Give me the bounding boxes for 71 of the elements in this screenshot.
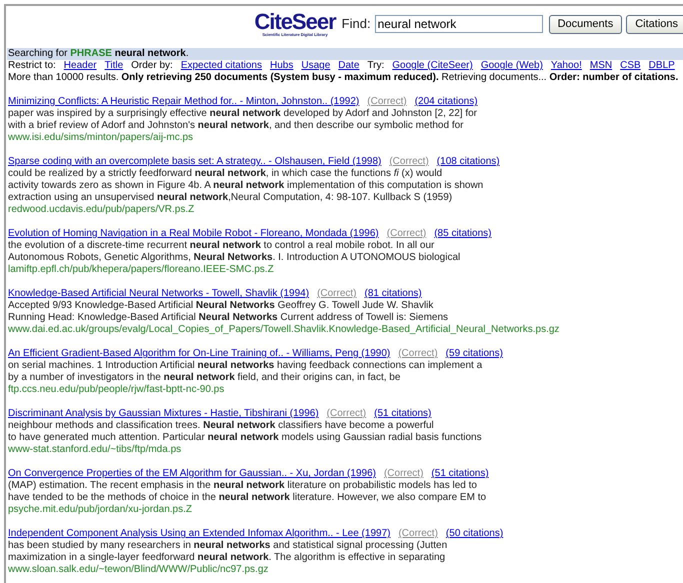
correct-link[interactable]: (Correct) [384, 468, 424, 480]
option-link[interactable]: Google (Web) [480, 60, 543, 72]
result-title-link[interactable]: Minimizing Conflicts: A Heuristic Repair Method for.. - Minton, Johnston.. (1992) [8, 96, 360, 108]
search-status-bar: Searching for PHRASE neural network. [7, 48, 683, 60]
citations-link[interactable]: (108 citations) [436, 156, 500, 168]
option-link[interactable]: Title [104, 60, 124, 72]
correct-link[interactable]: (Correct) [398, 528, 438, 540]
option-link[interactable]: Yahoo! [550, 60, 582, 72]
option-link[interactable]: Usage [301, 60, 330, 72]
correct-link[interactable]: (Correct) [386, 228, 426, 240]
option-link[interactable]: MSN [590, 60, 612, 72]
correct-link[interactable]: (Correct) [367, 96, 407, 108]
snippet-line: maximization in a single-layer feedforward neural network. The algorithm is effective in separating [8, 552, 446, 564]
result-url: psyche.mit.edu/pub/jordan/xu-jordan.ps.Z [8, 504, 192, 516]
result-url: lamiftp.epfl.ch/pub/khepera/papers/floreano.IEEE-SMC.ps.Z [8, 264, 274, 276]
result-title-link[interactable]: Discriminant Analysis by Gaussian Mixtures - Hastie, Tibshirani (1996) [8, 408, 319, 420]
snippet-line: Autonomous Robots, Genetic Algorithms, Neural Networks. I. Introduction A UTONOMOUS biological [8, 252, 460, 264]
citations-link[interactable]: (59 citations) [446, 348, 503, 360]
citations-link[interactable]: (51 citations) [431, 468, 489, 480]
snippet-line: has been studied by many researchers in neural networks and statistical signal processing (Jutten [8, 540, 448, 552]
option-link[interactable]: Google (CiteSeer) [392, 60, 473, 72]
snippet-line: with a brief review of Adorf and Johnston's neural network, and then describe our symbolic method for [8, 120, 464, 132]
snippet-line: Accepted 9/93 Knowledge-Based Artificial Neural Networks Geoffrey G. Towell Jude W. Shavlik [8, 300, 434, 312]
option-link[interactable]: Hubs [270, 60, 294, 72]
result-url: redwood.ucdavis.edu/pub/papers/VR.ps.Z [8, 204, 194, 216]
logo[interactable]: CiteSeer [254, 12, 336, 32]
option-link[interactable]: Header [64, 60, 97, 72]
result-url: www-stat.stanford.edu/~tibs/ftp/mda.ps [8, 444, 182, 456]
find-label: Find: [342, 15, 371, 34]
correct-link[interactable]: (Correct) [389, 156, 429, 168]
result-url: www.isi.edu/sims/minton/papers/aij-mc.ps [8, 132, 194, 144]
citations-link[interactable]: (50 citations) [446, 528, 504, 540]
correct-link[interactable]: (Correct) [317, 288, 357, 300]
search-field[interactable]: neural network [374, 15, 543, 33]
snippet-line: paper was inspired by a surprisingly effective neural network developed by Adorf and Johnston [2, 22] for [8, 108, 477, 120]
option-label: Try: [367, 60, 384, 72]
snippet-line: Running Head: Knowledge-Based Artificial Neural Networks Current address of Towell is: Siemens [8, 312, 448, 324]
citations-link[interactable]: (85 citations) [434, 228, 492, 240]
snippet-line: neighbour methods and classification trees. Neural network classifiers have become a powerful [8, 420, 434, 432]
snippet-line: extraction using an unsupervised neural network,Neural Computation, 4: 98-107. Kullback S (1959) [8, 192, 452, 204]
snippet-line: have tended to be the methods of choice in the neural network literature. However, we also compare EM to [8, 492, 486, 504]
result-url: www.dai.ed.ac.uk/groups/evalg/Local_Copies_of_Papers/Towell.Shavlik.Knowledge-Based_Artificial_Neural_Networks.ps.gz [8, 324, 560, 336]
result-title-link[interactable]: Evolution of Homing Navigation in a Real Mobile Robot - Floreano, Mondada (1996) [8, 228, 379, 240]
option-link[interactable]: Expected citations [180, 60, 262, 72]
option-link[interactable]: CSB [620, 60, 641, 72]
option-label: Order by: [131, 60, 173, 72]
result-title-link[interactable]: Independent Component Analysis Using an Extended Infomax Algorithm.. - Lee (1997) [8, 528, 390, 540]
correct-link[interactable]: (Correct) [326, 408, 366, 420]
correct-link[interactable]: (Correct) [398, 348, 438, 360]
snippet-line: by a number of investigators in the neural network field, and their origins can, in fact, be [8, 372, 400, 384]
citations-link[interactable]: (51 citations) [374, 408, 432, 420]
snippet-line: (MAP) estimation. The recent emphasis in the neural network literature on probabilistic models has led to [8, 480, 477, 492]
option-link[interactable]: DBLP [648, 60, 675, 72]
snippet-line: to have generated much attention. Particular neural network models using Gaussian radial basis functions [8, 432, 482, 444]
result-title-link[interactable]: On Convergence Properties of the EM Algorithm for Gaussian.. - Xu, Jordan (1996) [8, 468, 376, 480]
option-label: Restrict to: [8, 60, 56, 72]
citations-link[interactable]: (204 citations) [414, 96, 478, 108]
search-button[interactable]: Citations [626, 14, 683, 34]
option-link[interactable]: Date [338, 60, 360, 72]
result-url: www.sloan.salk.edu/~tewon/Blind/WWW/Public/nc97.ps.gz [8, 564, 268, 576]
search-button[interactable]: Documents [548, 14, 622, 34]
result-title-link[interactable]: Sparse coding with an overcomplete basis set: A strategy.. - Olshausen, Field (1998) [8, 156, 382, 168]
result-url: ftp.ccs.neu.edu/pub/people/rjw/fast-bptt-nc-90.ps [8, 384, 224, 396]
snippet-line: the evolution of a discrete-time recurrent neural network to control a real mobile robot. In all our [8, 240, 434, 252]
citations-link[interactable]: (81 citations) [364, 288, 422, 300]
snippet-line: activity towards zero as shown in Figure 4b. A neural network implementation of this computation is shown [8, 180, 484, 192]
snippet-line: could be realized by a strictly feedforward neural network, in which case the functions fi (x) would [8, 168, 442, 180]
result-title-link[interactable]: Knowledge-Based Artificial Neural Networks - Towell, Shavlik (1994) [8, 288, 310, 300]
results-summary: More than 10000 results. Only retrieving 250 documents (System busy - maximum reduced). Retrieving documents... Order: number of citations. [7, 72, 680, 84]
result-title-link[interactable]: An Efficient Gradient-Based Algorithm for On-Line Training of.. - Williams, Peng (1990) [8, 348, 390, 360]
snippet-line: on serial machines. 1 Introduction Artificial neural networks having feedback connections can implement a [8, 360, 482, 372]
